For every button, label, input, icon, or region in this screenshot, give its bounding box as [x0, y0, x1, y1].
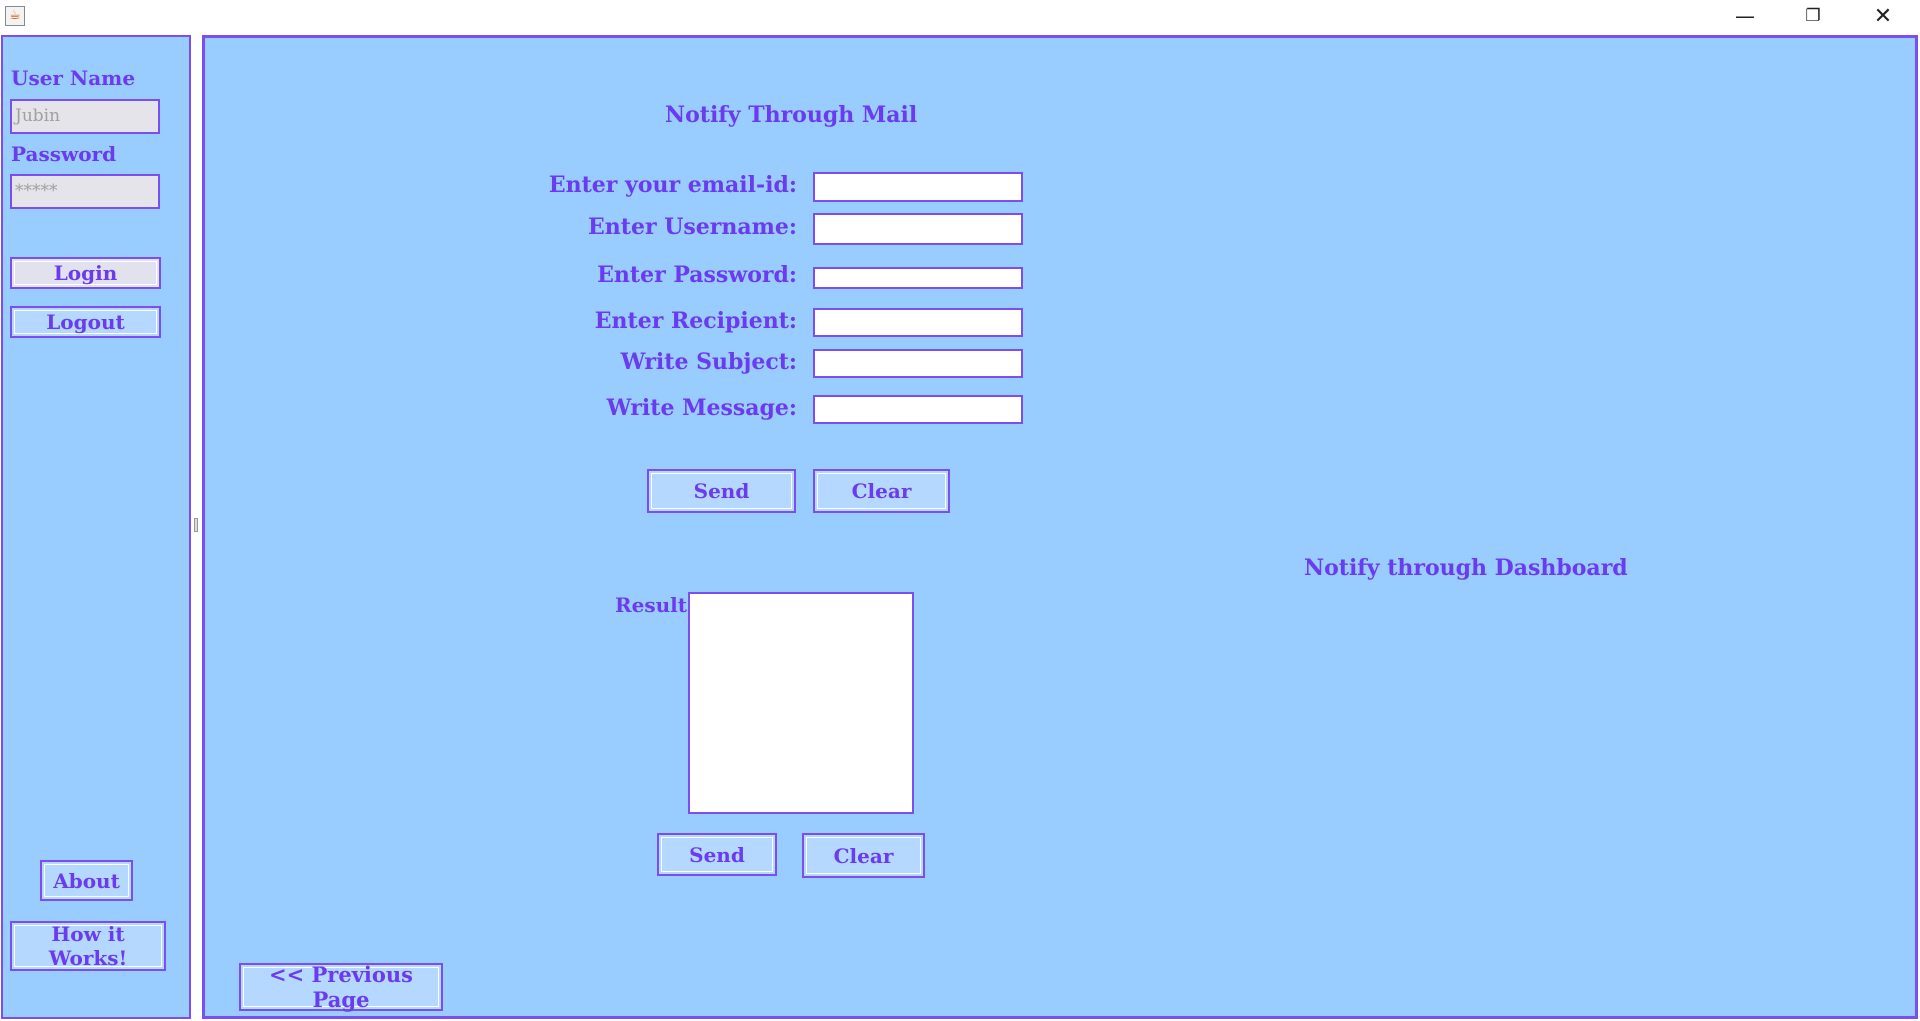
java-cup-icon: ☕	[5, 6, 25, 26]
window-titlebar: ☕ — ❐ ✕	[0, 0, 1920, 35]
email-input[interactable]	[813, 172, 1023, 202]
logout-button-label: Logout	[46, 310, 125, 334]
main-panel: Notify Through Mail Enter your email-id:…	[202, 35, 1918, 1019]
how-it-works-button-label: How it Works!	[48, 922, 128, 970]
splitter-handle[interactable]	[194, 518, 198, 532]
message-label: Write Message:	[606, 395, 797, 421]
username-label: User Name	[11, 66, 136, 90]
password-field[interactable]: *****	[10, 174, 160, 209]
login-button[interactable]: Login	[10, 257, 161, 289]
mail-username-label: Enter Username:	[588, 214, 797, 240]
logout-button[interactable]: Logout	[10, 306, 161, 338]
mail-password-label: Enter Password:	[597, 262, 797, 288]
username-field[interactable]: Jubin	[10, 99, 160, 134]
result-clear-button-label: Clear	[833, 843, 894, 868]
mail-username-input[interactable]	[813, 213, 1023, 245]
result-label: Result:	[615, 593, 695, 617]
how-it-works-button[interactable]: How it Works!	[10, 921, 166, 971]
mail-send-button-label: Send	[693, 479, 750, 503]
result-textarea[interactable]	[688, 592, 914, 814]
password-label: Password	[11, 142, 117, 166]
mail-password-input[interactable]	[813, 267, 1023, 289]
close-button[interactable]: ✕	[1848, 0, 1918, 33]
sidebar-panel: User Name Jubin Password ***** Login Log…	[1, 35, 191, 1019]
mail-clear-button[interactable]: Clear	[813, 469, 950, 513]
mail-send-button[interactable]: Send	[647, 469, 796, 513]
subject-input[interactable]	[813, 349, 1023, 378]
message-input[interactable]	[813, 395, 1023, 424]
previous-page-button[interactable]: << Previous Page	[239, 962, 443, 1012]
dashboard-section-title: Notify through Dashboard	[1304, 555, 1628, 581]
about-button-label: About	[53, 868, 120, 893]
email-label: Enter your email-id:	[548, 172, 797, 198]
recipient-input[interactable]	[813, 308, 1023, 337]
login-button-label: Login	[53, 261, 118, 285]
subject-label: Write Subject:	[620, 349, 797, 375]
result-send-button-label: Send	[689, 842, 745, 867]
result-send-button[interactable]: Send	[657, 833, 777, 876]
result-clear-button[interactable]: Clear	[802, 833, 925, 878]
minimize-button[interactable]: —	[1710, 0, 1780, 33]
previous-page-button-label: << Previous Page	[269, 962, 413, 1012]
mail-section-title: Notify Through Mail	[665, 102, 918, 128]
about-button[interactable]: About	[40, 860, 133, 901]
mail-clear-button-label: Clear	[851, 479, 912, 503]
recipient-label: Enter Recipient:	[594, 308, 797, 334]
maximize-button[interactable]: ❐	[1778, 0, 1848, 33]
